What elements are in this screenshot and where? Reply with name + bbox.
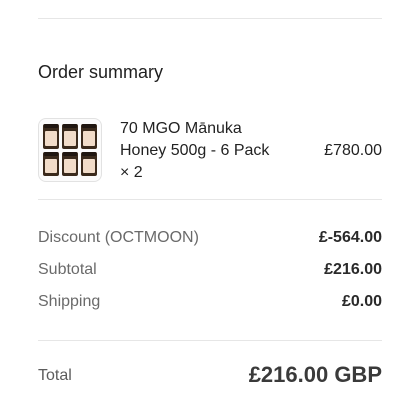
shipping-row: Shipping £0.00 bbox=[38, 293, 382, 315]
subtotal-label: Subtotal bbox=[38, 261, 97, 278]
jar-icon bbox=[43, 151, 59, 176]
jar-icon bbox=[43, 124, 59, 149]
shipping-value: £0.00 bbox=[341, 293, 382, 310]
shipping-label: Shipping bbox=[38, 293, 101, 310]
jar-icon bbox=[81, 124, 97, 149]
top-divider bbox=[38, 18, 382, 19]
subtotal-value: £216.00 bbox=[324, 261, 382, 278]
subtotal-row: Subtotal £216.00 bbox=[38, 261, 382, 283]
line-item: 70 MGO Mānuka Honey 500g - 6 Pack × 2 £7… bbox=[38, 112, 382, 190]
total-label: Total bbox=[38, 367, 72, 384]
jar-icon bbox=[81, 151, 97, 176]
product-thumbnail-image bbox=[38, 118, 102, 182]
discount-label: Discount (OCTMOON) bbox=[38, 229, 199, 246]
divider bbox=[38, 199, 382, 200]
total-value: £216.00 GBP bbox=[248, 362, 382, 387]
jar-icon bbox=[62, 151, 78, 176]
discount-value: £-564.00 bbox=[318, 229, 382, 246]
product-name: 70 MGO Mānuka Honey 500g - 6 Pack × 2 bbox=[120, 120, 270, 181]
product-price: £780.00 bbox=[324, 142, 382, 159]
discount-row: Discount (OCTMOON) £-564.00 bbox=[38, 229, 382, 251]
order-summary-heading: Order summary bbox=[38, 62, 164, 82]
jar-icon bbox=[62, 124, 78, 149]
divider bbox=[38, 340, 382, 341]
